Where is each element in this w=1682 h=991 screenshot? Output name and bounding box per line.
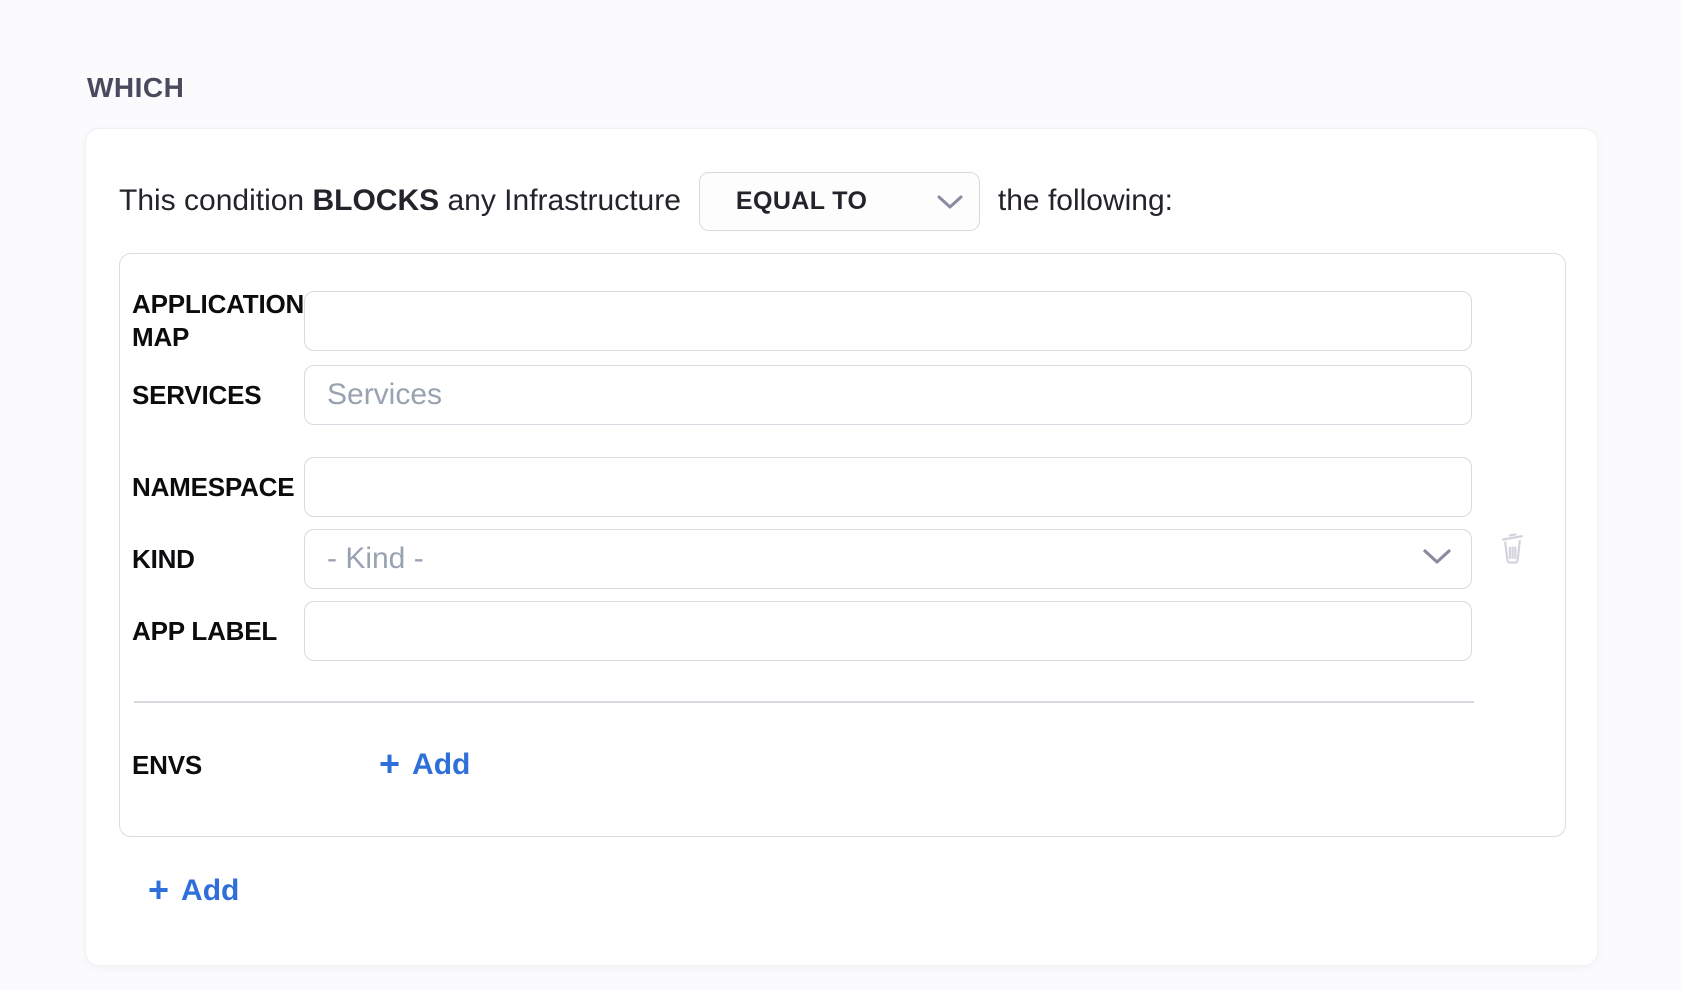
delete-infrastructure-button[interactable]	[1495, 528, 1529, 568]
services-input[interactable]	[304, 365, 1472, 425]
condition-sentence-row: This condition BLOCKS any Infrastructure…	[119, 171, 1564, 231]
envs-add-button[interactable]: + Add	[379, 747, 470, 783]
kind-label: KIND	[132, 543, 304, 576]
envs-label: ENVS	[132, 749, 304, 782]
kind-select[interactable]: - Kind -	[304, 529, 1472, 589]
kind-select-placeholder: - Kind -	[327, 542, 424, 576]
condition-builder-page: WHICH This condition BLOCKS any Infrastr…	[0, 0, 1682, 991]
chevron-down-icon	[1423, 548, 1451, 570]
condition-effect-text: BLOCKS	[312, 184, 439, 217]
application-map-input[interactable]	[304, 291, 1472, 351]
condition-card: This condition BLOCKS any Infrastructure…	[85, 128, 1598, 966]
infrastructure-fieldset: APPLICATION MAP SERVICES NAMESPACE KIND …	[119, 253, 1566, 837]
plus-icon: +	[379, 746, 400, 782]
section-title: WHICH	[87, 72, 184, 104]
trash-icon	[1497, 554, 1527, 569]
services-label: SERVICES	[132, 379, 304, 412]
add-infrastructure-button-label: Add	[181, 874, 239, 908]
app-label-input[interactable]	[304, 601, 1472, 661]
field-row-namespace: NAMESPACE	[132, 457, 1565, 517]
app-label-label: APP LABEL	[132, 615, 304, 648]
chevron-down-icon	[937, 184, 963, 218]
field-row-kind: KIND - Kind -	[132, 529, 1565, 589]
operator-select[interactable]: EQUAL TO	[699, 172, 980, 231]
condition-text-prefix: This condition	[119, 184, 304, 217]
condition-text-subject: any Infrastructure	[447, 184, 680, 217]
namespace-input[interactable]	[304, 457, 1472, 517]
field-row-services: SERVICES	[132, 365, 1565, 425]
condition-sentence: This condition BLOCKS any Infrastructure	[119, 184, 681, 218]
envs-add-button-label: Add	[412, 748, 470, 782]
add-infrastructure-button[interactable]: + Add	[148, 873, 239, 909]
field-row-app-label: APP LABEL	[132, 601, 1565, 661]
field-row-application-map: APPLICATION MAP	[132, 288, 1565, 353]
field-row-envs: ENVS + Add	[132, 747, 1565, 783]
condition-text-suffix: the following:	[998, 184, 1173, 218]
application-map-label: APPLICATION MAP	[132, 288, 304, 353]
operator-select-value: EQUAL TO	[736, 187, 867, 216]
fieldset-divider	[134, 701, 1474, 703]
namespace-label: NAMESPACE	[132, 471, 304, 504]
plus-icon: +	[148, 872, 169, 908]
